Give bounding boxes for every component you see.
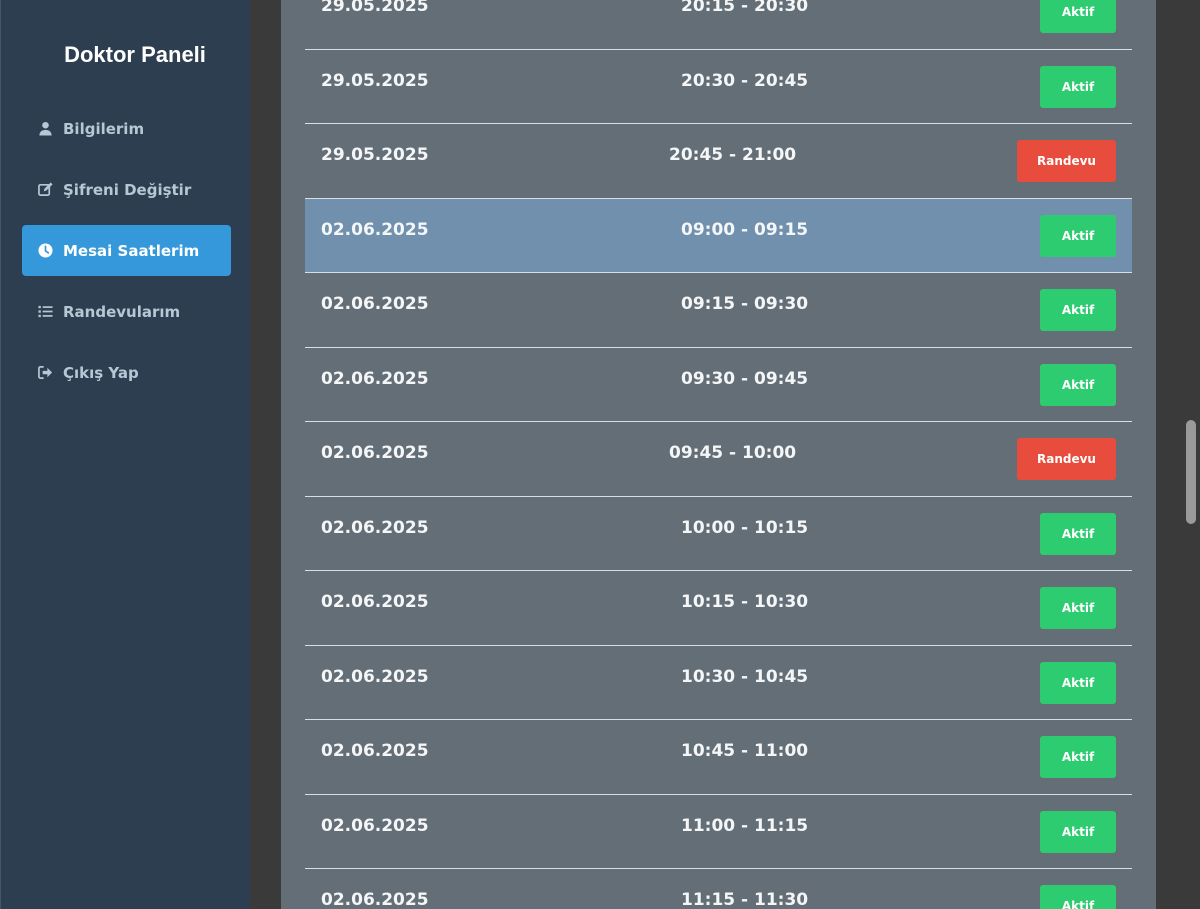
list-item: 02.06.2025 09:15 - 09:30 Aktif bbox=[305, 273, 1132, 348]
aktif-button[interactable]: Aktif bbox=[1040, 736, 1116, 778]
sign-out-icon bbox=[37, 365, 53, 381]
list-item: 29.05.2025 20:30 - 20:45 Aktif bbox=[305, 50, 1132, 124]
slot-time: 09:45 - 10:00 bbox=[669, 443, 797, 463]
list-item: 02.06.2025 10:30 - 10:45 Aktif bbox=[305, 646, 1132, 720]
sidebar-item-mesai-saatlerim[interactable]: Mesai Saatlerim bbox=[22, 225, 231, 276]
randevu-button[interactable]: Randevu bbox=[1017, 140, 1116, 182]
user-icon bbox=[37, 121, 53, 137]
slot-date: 02.06.2025 bbox=[321, 219, 429, 240]
slot-date: 02.06.2025 bbox=[321, 741, 429, 761]
main-background bbox=[250, 0, 281, 909]
sidebar-item-randevularim[interactable]: Randevularım bbox=[22, 286, 231, 337]
sidebar-nav: Bilgilerim Şifreni Değiştir Mesai Saatle… bbox=[22, 103, 231, 408]
list-item: 02.06.2025 09:45 - 10:00 Randevu bbox=[305, 422, 1132, 497]
sidebar-item-cikis-yap[interactable]: Çıkış Yap bbox=[22, 347, 231, 398]
sidebar-item-label: Randevularım bbox=[63, 302, 181, 321]
list-item: 02.06.2025 09:30 - 09:45 Aktif bbox=[305, 348, 1132, 422]
slot-time: 09:15 - 09:30 bbox=[681, 294, 809, 314]
schedule-list: 29.05.2025 20:15 - 20:30 Aktif 29.05.202… bbox=[305, 0, 1132, 909]
slot-date: 29.05.2025 bbox=[321, 145, 429, 165]
list-icon bbox=[37, 304, 53, 320]
slot-date: 29.05.2025 bbox=[321, 0, 429, 16]
edit-icon bbox=[37, 182, 53, 198]
list-item: 02.06.2025 10:45 - 11:00 Aktif bbox=[305, 720, 1132, 795]
sidebar-item-label: Bilgilerim bbox=[63, 119, 145, 138]
slot-time: 20:45 - 21:00 bbox=[669, 145, 797, 165]
list-item: 02.06.2025 11:00 - 11:15 Aktif bbox=[305, 795, 1132, 869]
slot-date: 02.06.2025 bbox=[321, 815, 429, 836]
slot-date: 02.06.2025 bbox=[321, 294, 429, 314]
slot-time: 10:00 - 10:15 bbox=[681, 517, 809, 538]
list-item: 29.05.2025 20:45 - 21:00 Randevu bbox=[305, 124, 1132, 199]
sidebar-item-bilgilerim[interactable]: Bilgilerim bbox=[22, 103, 231, 154]
aktif-button[interactable]: Aktif bbox=[1040, 289, 1116, 331]
aktif-button[interactable]: Aktif bbox=[1040, 363, 1116, 406]
schedule-card: 29.05.2025 20:15 - 20:30 Aktif 29.05.202… bbox=[281, 0, 1156, 909]
aktif-button[interactable]: Aktif bbox=[1040, 885, 1116, 909]
slot-time: 09:30 - 09:45 bbox=[681, 368, 809, 389]
aktif-button[interactable]: Aktif bbox=[1040, 214, 1116, 257]
slot-time: 10:15 - 10:30 bbox=[681, 592, 809, 612]
slot-date: 02.06.2025 bbox=[321, 443, 429, 463]
sidebar: Doktor Paneli Bilgilerim Şifreni Değişti… bbox=[0, 0, 250, 909]
list-item: 02.06.2025 10:00 - 10:15 Aktif bbox=[305, 497, 1132, 571]
slot-date: 02.06.2025 bbox=[321, 592, 429, 612]
scrollbar-thumb[interactable] bbox=[1186, 420, 1196, 524]
sidebar-item-label: Çıkış Yap bbox=[63, 363, 139, 382]
sidebar-item-label: Şifreni Değiştir bbox=[63, 180, 192, 199]
aktif-button[interactable]: Aktif bbox=[1040, 0, 1116, 33]
clock-icon bbox=[37, 243, 53, 259]
slot-date: 02.06.2025 bbox=[321, 890, 429, 909]
aktif-button[interactable]: Aktif bbox=[1040, 65, 1116, 108]
slot-time: 10:45 - 11:00 bbox=[681, 741, 809, 761]
list-item: 02.06.2025 10:15 - 10:30 Aktif bbox=[305, 571, 1132, 646]
list-item: 29.05.2025 20:15 - 20:30 Aktif bbox=[305, 0, 1132, 50]
slot-time: 20:30 - 20:45 bbox=[681, 70, 809, 91]
sidebar-title: Doktor Paneli bbox=[64, 42, 206, 67]
list-item: 02.06.2025 11:15 - 11:30 Aktif bbox=[305, 869, 1132, 909]
slot-date: 02.06.2025 bbox=[321, 666, 429, 687]
slot-time: 20:15 - 20:30 bbox=[681, 0, 809, 16]
list-item: 02.06.2025 09:00 - 09:15 Aktif bbox=[305, 198, 1132, 273]
sidebar-item-label: Mesai Saatlerim bbox=[63, 241, 200, 260]
aktif-button[interactable]: Aktif bbox=[1040, 661, 1116, 704]
slot-date: 02.06.2025 bbox=[321, 517, 429, 538]
slot-time: 09:00 - 09:15 bbox=[681, 219, 809, 240]
slot-time: 11:00 - 11:15 bbox=[681, 815, 809, 836]
slot-date: 02.06.2025 bbox=[321, 368, 429, 389]
slot-date: 29.05.2025 bbox=[321, 70, 429, 91]
slot-time: 10:30 - 10:45 bbox=[681, 666, 809, 687]
randevu-button[interactable]: Randevu bbox=[1017, 438, 1116, 480]
aktif-button[interactable]: Aktif bbox=[1040, 810, 1116, 853]
sidebar-item-sifreni-degistir[interactable]: Şifreni Değiştir bbox=[22, 164, 231, 215]
slot-time: 11:15 - 11:30 bbox=[681, 890, 809, 909]
aktif-button[interactable]: Aktif bbox=[1040, 512, 1116, 555]
aktif-button[interactable]: Aktif bbox=[1040, 587, 1116, 629]
